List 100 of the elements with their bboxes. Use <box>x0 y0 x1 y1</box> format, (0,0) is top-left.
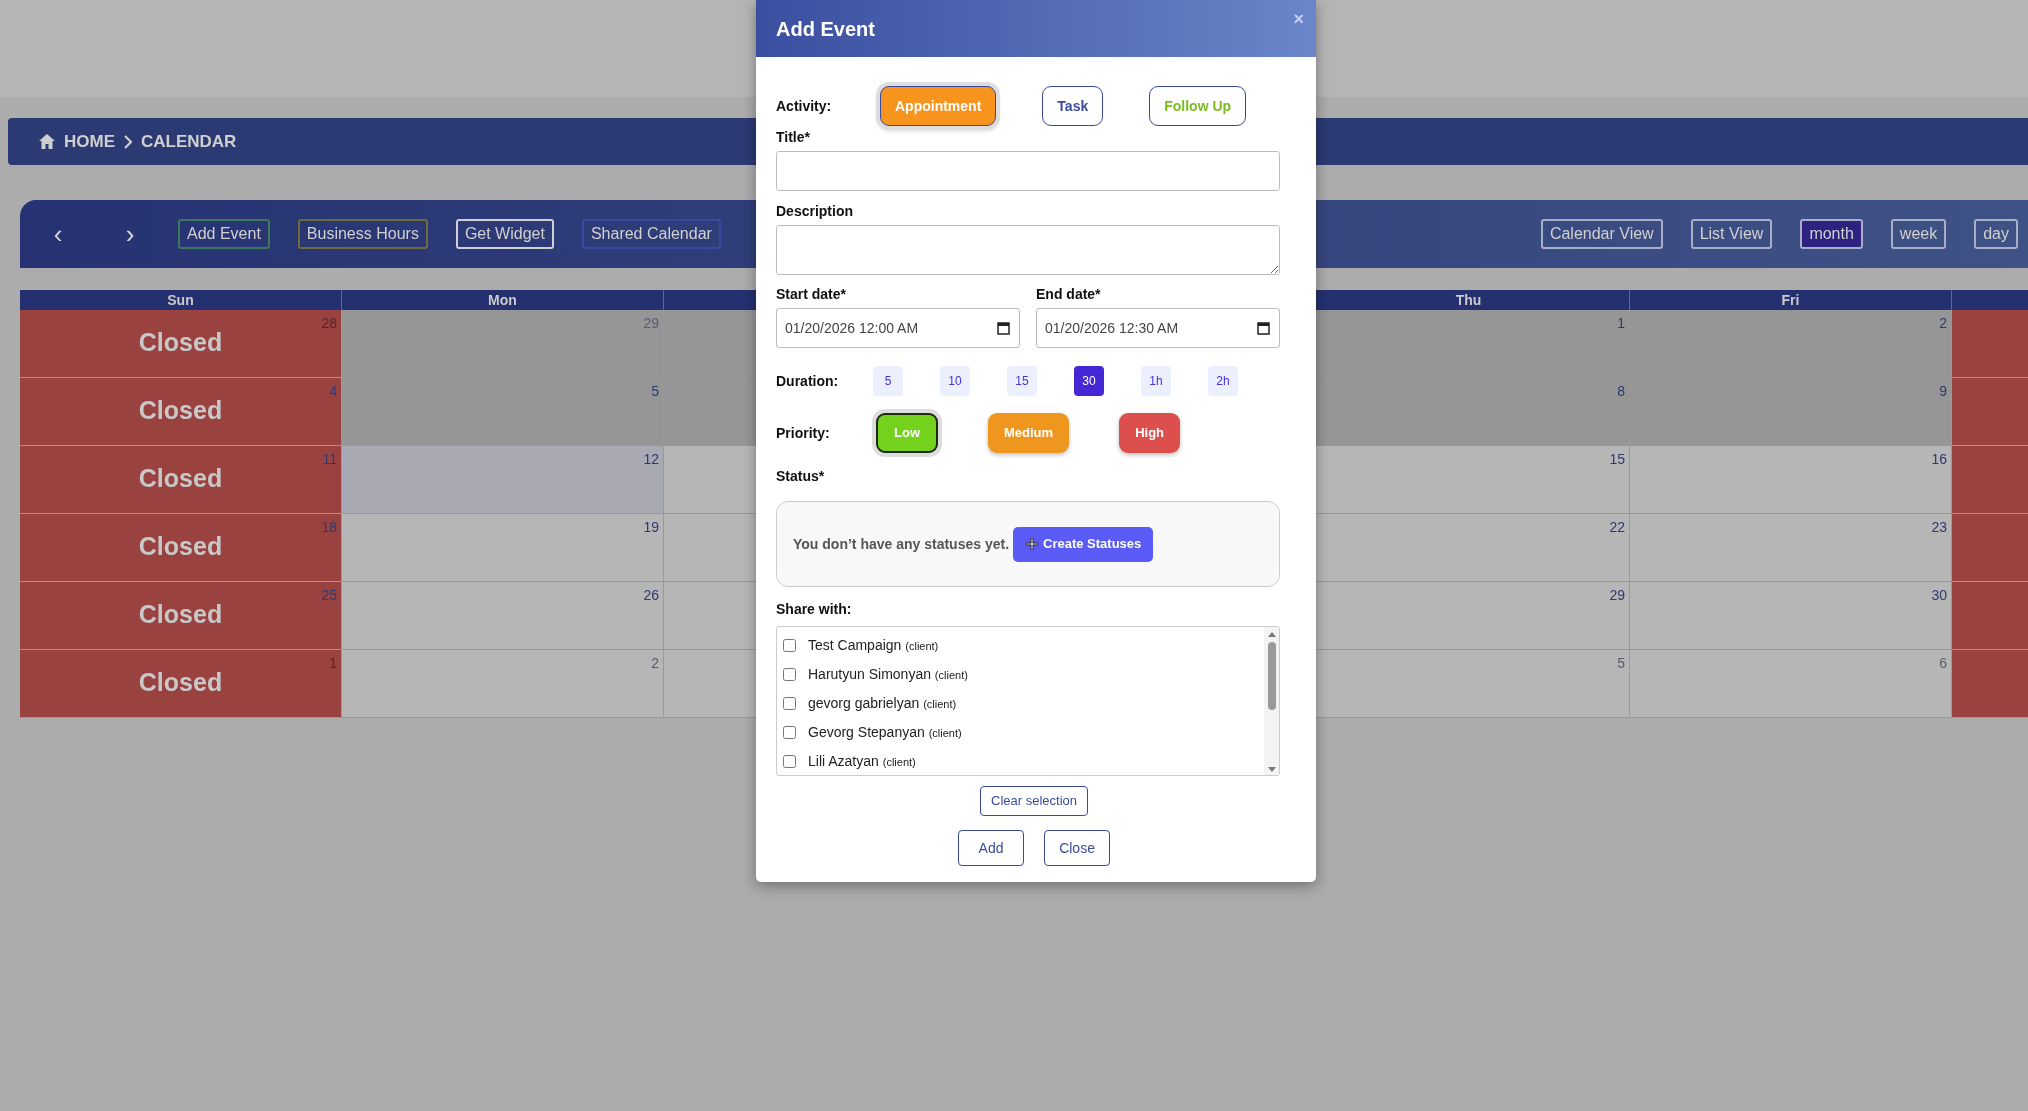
chevron-right-icon <box>123 133 133 150</box>
day-number: 4 <box>329 382 337 401</box>
next-button[interactable]: › <box>120 221 140 247</box>
closed-day-cell[interactable]: 1 Closed <box>20 650 342 718</box>
field-label: Share with: <box>776 600 853 619</box>
day-cell[interactable]: 2 <box>342 650 664 718</box>
list-scrollbar[interactable] <box>1264 627 1279 775</box>
clear-selection-button[interactable]: Clear selection <box>980 786 1089 816</box>
day-number: 30 <box>1931 586 1947 605</box>
field-label: Activity: <box>776 96 833 116</box>
view-button[interactable]: Calendar View <box>1540 219 1663 249</box>
previous-button[interactable]: ‹ <box>48 221 68 247</box>
closed-day-cell[interactable]: 28 Closed <box>20 310 342 378</box>
activity-option[interactable]: Task <box>1042 86 1104 126</box>
description-input[interactable] <box>776 225 1280 275</box>
checkbox[interactable] <box>783 697 796 710</box>
day-number: 6 <box>1939 654 1947 673</box>
breadcrumb-link[interactable]: HOME <box>64 128 115 155</box>
empty-status-message: You don’t have any statuses yet. <box>793 534 1010 554</box>
day-cell[interactable]: 23 <box>1630 514 1952 582</box>
closed-label: Closed <box>138 667 223 698</box>
day-number: 22 <box>1609 518 1625 537</box>
duration-option[interactable]: 30 <box>1074 366 1104 396</box>
day-number: 1 <box>329 654 337 673</box>
day-number: 11 <box>322 450 337 469</box>
closed-label: Closed <box>138 395 223 426</box>
day-cell[interactable]: 6 <box>1630 650 1952 718</box>
day-cell[interactable]: 9 <box>1630 378 1952 446</box>
calendar-icon <box>1257 321 1270 335</box>
duration-option[interactable]: 1h <box>1141 366 1171 396</box>
day-number: 28 <box>321 314 337 333</box>
scroll-down-icon <box>1266 766 1277 773</box>
day-number: 12 <box>643 450 659 469</box>
closed-label: Closed <box>138 531 223 562</box>
modal-title: Add Event <box>776 16 875 41</box>
field-label: Title* <box>776 128 811 147</box>
closed-day-cell[interactable]: 11 Closed <box>20 446 342 514</box>
day-number: 2 <box>651 654 659 673</box>
checkbox[interactable] <box>783 755 796 768</box>
title-input[interactable] <box>776 151 1280 191</box>
field-label: End date* <box>1036 285 1102 304</box>
person-name: gevorg gabrielyan (client) <box>808 694 957 713</box>
field-label: Duration: <box>776 371 840 391</box>
closed-label: Closed <box>138 463 223 494</box>
day-cell[interactable]: 12 <box>342 446 664 514</box>
field-label: Priority: <box>776 423 831 443</box>
create-statuses-button[interactable]: Create Statuses <box>1013 526 1154 562</box>
priority-option[interactable]: High <box>1119 413 1180 453</box>
duration-option[interactable]: 5 <box>873 366 903 396</box>
home-icon <box>38 133 56 150</box>
duration-option[interactable]: 10 <box>940 366 970 396</box>
weekday-header: Mon <box>342 290 664 310</box>
day-number: 23 <box>1931 518 1947 537</box>
footer-button[interactable]: Add <box>958 830 1025 866</box>
checkbox[interactable] <box>783 726 796 739</box>
duration-option[interactable]: 15 <box>1007 366 1037 396</box>
day-cell[interactable]: 2 <box>1630 310 1952 378</box>
toolbar-button[interactable]: Business Hours <box>297 219 428 249</box>
day-number: 29 <box>1609 586 1625 605</box>
day-number: 1 <box>1617 314 1625 333</box>
closed-day-cell[interactable]: 4 Closed <box>20 378 342 446</box>
day-number: 25 <box>321 586 337 605</box>
view-button[interactable]: day <box>1974 219 2018 249</box>
person-name: Harutyun Simonyan (client) <box>808 665 968 684</box>
weekday-header: Sun <box>20 290 342 310</box>
closed-day-cell[interactable]: 25 Closed <box>20 582 342 650</box>
checkbox[interactable] <box>783 668 796 681</box>
view-button[interactable]: month <box>1800 219 1863 249</box>
person-name: Test Campaign (client) <box>808 636 939 655</box>
day-number: 2 <box>1939 314 1947 333</box>
day-number: 19 <box>643 518 659 537</box>
date-time-field[interactable]: 01/20/2026 12:00 AM <box>776 308 1020 348</box>
plus-icon <box>1025 537 1040 551</box>
checkbox[interactable] <box>783 639 796 652</box>
day-number: 29 <box>643 314 659 333</box>
day-number: 5 <box>651 382 659 401</box>
toolbar-button[interactable]: Get Widget <box>455 219 554 249</box>
toolbar-button[interactable]: Add Event <box>178 219 270 249</box>
day-cell[interactable]: 19 <box>342 514 664 582</box>
field-label: Description <box>776 202 854 221</box>
scroll-thumb[interactable] <box>1267 642 1276 710</box>
closed-label: Closed <box>138 599 223 630</box>
duration-option[interactable]: 2h <box>1208 366 1238 396</box>
closed-day-cell[interactable]: 18 Closed <box>20 514 342 582</box>
day-cell[interactable]: 30 <box>1630 582 1952 650</box>
person-name: Lili Azatyan (client) <box>808 752 916 771</box>
calendar-icon <box>997 321 1010 335</box>
scroll-up-icon <box>1266 631 1277 638</box>
day-number: 16 <box>1931 450 1947 469</box>
day-cell[interactable]: 5 <box>342 378 664 446</box>
day-cell[interactable]: 26 <box>342 582 664 650</box>
breadcrumb-link[interactable]: CALENDAR <box>141 128 237 155</box>
day-cell[interactable]: 16 <box>1630 446 1952 514</box>
toolbar-button[interactable]: Shared Calendar <box>581 219 721 249</box>
person-name: Gevorg Stepanyan (client) <box>808 723 962 742</box>
view-button[interactable]: week <box>1890 219 1947 249</box>
date-time-field[interactable]: 01/20/2026 12:30 AM <box>1036 308 1280 348</box>
footer-button[interactable]: Close <box>1044 830 1111 866</box>
day-number: 15 <box>1609 450 1625 469</box>
view-button[interactable]: List View <box>1690 219 1773 249</box>
